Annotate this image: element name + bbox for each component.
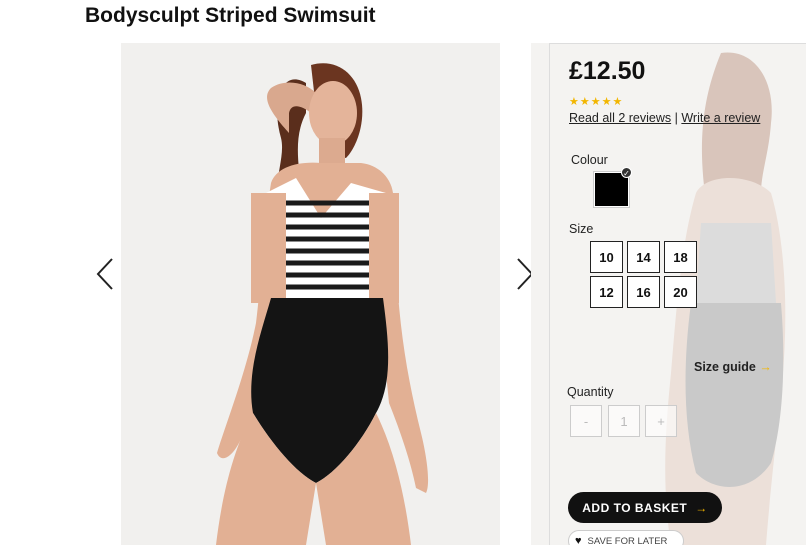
product-main-image [121,43,500,545]
chevron-left-icon [96,258,113,290]
reviews-separator: | [674,111,678,125]
quantity-label: Quantity [567,385,614,399]
size-option-20[interactable]: 20 [664,276,697,308]
size-option-14[interactable]: 14 [627,241,660,273]
reviews-links: Read all 2 reviews | Write a review [569,111,760,125]
checkmark-icon: ✓ [621,167,632,178]
read-reviews-link[interactable]: Read all 2 reviews [569,111,671,125]
previous-image-button[interactable] [91,250,119,298]
size-option-10[interactable]: 10 [590,241,623,273]
write-review-link[interactable]: Write a review [681,111,760,125]
quantity-decrease-button[interactable]: - [570,405,602,437]
add-to-basket-button[interactable]: ADD TO BASKET → [568,492,722,523]
save-for-later-label: SAVE FOR LATER [587,535,668,545]
product-title: Bodysculpt Striped Swimsuit [85,4,376,27]
size-guide-label: Size guide [694,360,756,374]
heart-icon: ♥ [575,535,582,545]
size-option-18[interactable]: 18 [664,241,697,273]
size-option-12[interactable]: 12 [590,276,623,308]
save-for-later-button[interactable]: ♥ SAVE FOR LATER [568,530,684,545]
size-option-16[interactable]: 16 [627,276,660,308]
arrow-right-icon: → [759,360,772,374]
quantity-input[interactable]: 1 [608,405,640,437]
quantity-increase-button[interactable]: + [645,405,677,437]
size-label: Size [569,222,594,236]
colour-label: Colour [571,153,608,167]
model-photo [121,43,500,545]
rating-stars-icon: ★★★★★ [569,96,624,108]
arrow-right-icon: → [695,500,708,515]
size-guide-link[interactable]: Size guide → [694,360,772,374]
add-to-basket-label: ADD TO BASKET [582,500,688,515]
product-price: £12.50 [569,57,646,85]
